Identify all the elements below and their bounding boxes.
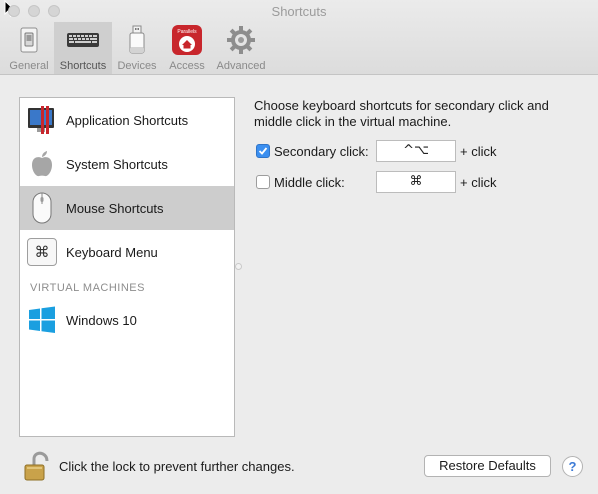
secondary-click-suffix: + click bbox=[460, 144, 497, 159]
lock-message: Click the lock to prevent further change… bbox=[59, 459, 295, 474]
toolbar-tab-label: Devices bbox=[117, 60, 157, 72]
lock-icon[interactable] bbox=[22, 451, 52, 481]
toolbar-tab-general[interactable]: General bbox=[6, 22, 52, 74]
usb-drive-icon bbox=[117, 24, 157, 56]
parallels-badge-text: Parallels bbox=[177, 29, 197, 35]
toolbar-tab-access[interactable]: Parallels Access bbox=[164, 22, 210, 74]
command-key-glyph: ⌘ bbox=[27, 238, 57, 266]
sidebar-item-system-shortcuts[interactable]: System Shortcuts bbox=[20, 142, 234, 186]
general-switch-icon bbox=[9, 24, 49, 56]
restore-defaults-button[interactable]: Restore Defaults bbox=[424, 455, 551, 477]
windows-logo-icon bbox=[26, 304, 58, 336]
toolbar: Shortcuts General Shortcuts Devices Para… bbox=[0, 0, 598, 75]
apple-icon bbox=[26, 148, 58, 180]
command-key-icon: ⌘ bbox=[26, 236, 58, 268]
toolbar-tab-shortcuts[interactable]: Shortcuts bbox=[54, 22, 112, 74]
toolbar-tab-label: Shortcuts bbox=[59, 60, 107, 72]
toolbar-tab-label: General bbox=[9, 60, 49, 72]
middle-click-suffix: + click bbox=[460, 175, 497, 190]
secondary-click-label: Secondary click: bbox=[274, 143, 369, 159]
secondary-click-shortcut-field[interactable]: ^⌥ bbox=[376, 140, 456, 162]
parallels-access-icon: Parallels bbox=[167, 24, 207, 56]
sidebar-item-label: Windows 10 bbox=[66, 312, 137, 328]
sidebar-item-application-shortcuts[interactable]: Application Shortcuts bbox=[20, 98, 234, 142]
sidebar-section-header: VIRTUAL MACHINES bbox=[30, 282, 145, 294]
sidebar-item-mouse-shortcuts[interactable]: Mouse Shortcuts bbox=[20, 186, 234, 230]
splitter-handle[interactable] bbox=[235, 263, 242, 270]
description-text: Choose keyboard shortcuts for secondary … bbox=[254, 98, 549, 129]
toolbar-tab-devices[interactable]: Devices bbox=[114, 22, 160, 74]
sidebar-item-label: Mouse Shortcuts bbox=[66, 200, 164, 216]
middle-click-shortcut-field[interactable]: ⌘ bbox=[376, 171, 456, 193]
sidebar-list: Application Shortcuts System Shortcuts M… bbox=[19, 97, 235, 437]
sidebar-item-label: Keyboard Menu bbox=[66, 244, 158, 260]
keyboard-icon bbox=[63, 24, 103, 56]
sidebar-item-label: System Shortcuts bbox=[66, 156, 168, 172]
sidebar-item-windows-10[interactable]: Windows 10 bbox=[20, 298, 234, 342]
sidebar-item-keyboard-menu[interactable]: ⌘ Keyboard Menu bbox=[20, 230, 234, 274]
gear-icon bbox=[221, 24, 261, 56]
sidebar-item-label: Application Shortcuts bbox=[66, 112, 189, 128]
middle-click-checkbox[interactable] bbox=[256, 175, 270, 189]
help-button[interactable]: ? bbox=[562, 456, 583, 477]
preferences-window: Shortcuts General Shortcuts Devices Para… bbox=[0, 0, 598, 494]
middle-click-row: Middle click: bbox=[256, 171, 345, 193]
window-title: Shortcuts bbox=[271, 4, 327, 19]
toolbar-tab-label: Advanced bbox=[216, 60, 266, 72]
secondary-click-checkbox[interactable] bbox=[256, 144, 270, 158]
toolbar-tab-advanced[interactable]: Advanced bbox=[212, 22, 270, 74]
application-shortcuts-icon bbox=[26, 104, 58, 136]
mouse-icon bbox=[26, 192, 58, 224]
checkmark-icon bbox=[258, 147, 268, 155]
toolbar-tab-label: Access bbox=[169, 60, 205, 72]
secondary-click-row: Secondary click: bbox=[256, 140, 369, 162]
middle-click-label: Middle click: bbox=[274, 174, 345, 190]
